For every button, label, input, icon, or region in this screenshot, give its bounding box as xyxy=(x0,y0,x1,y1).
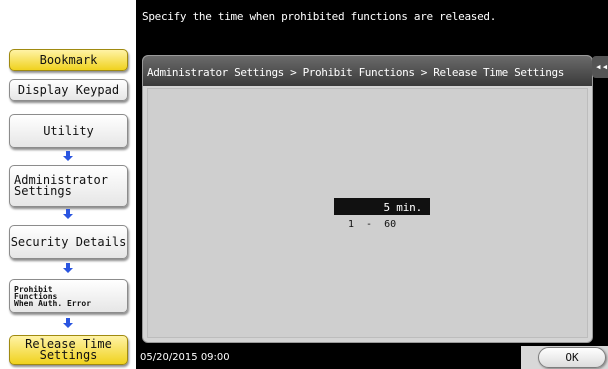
breadcrumb-text: Administrator Settings > Prohibit Functi… xyxy=(147,66,564,79)
utility-label: Utility xyxy=(43,123,94,138)
release-time-value-field[interactable]: 5 min. xyxy=(334,198,430,215)
utility-button[interactable]: Utility xyxy=(9,114,128,148)
allowed-range-label: 1 - 60 xyxy=(348,219,397,230)
display-keypad-label: Display Keypad xyxy=(17,82,120,97)
instruction-bar: Specify the time when prohibited functio… xyxy=(136,0,608,32)
prohibit-functions-button[interactable]: Prohibit Functions When Auth. Error xyxy=(9,279,128,313)
security-details-label: Security Details xyxy=(10,234,127,249)
settings-content: 5 min. 1 - 60 xyxy=(147,88,588,338)
breadcrumb: Administrator Settings > Prohibit Functi… xyxy=(143,56,592,86)
down-arrow-icon xyxy=(63,151,73,161)
down-arrow-icon xyxy=(63,263,73,273)
ok-label: OK xyxy=(565,351,579,364)
bookmark-button[interactable]: Bookmark xyxy=(9,49,128,71)
left-navigation: Bookmark Display Keypad Utility Administ… xyxy=(0,0,136,369)
instruction-text: Specify the time when prohibited functio… xyxy=(142,10,497,23)
display-keypad-button[interactable]: Display Keypad xyxy=(9,79,128,101)
release-time-settings-button[interactable]: Release Time Settings xyxy=(9,335,128,365)
settings-panel: Administrator Settings > Prohibit Functi… xyxy=(142,55,593,343)
header-spacer xyxy=(136,32,608,46)
side-panel-toggle[interactable]: ◂◂ xyxy=(592,56,608,78)
release-time-value: 5 min. xyxy=(383,201,422,214)
ok-button[interactable]: OK xyxy=(538,347,606,368)
double-chevron-left-icon: ◂◂ xyxy=(595,60,608,73)
security-details-button[interactable]: Security Details xyxy=(9,225,128,259)
prohibit-label-line3: When Auth. Error xyxy=(14,298,92,308)
bookmark-label: Bookmark xyxy=(39,52,98,67)
down-arrow-icon xyxy=(63,318,73,328)
release-time-label-line2: Settings xyxy=(39,348,98,362)
administrator-settings-button[interactable]: Administrator Settings xyxy=(9,165,128,207)
administrator-settings-label-line2: Settings xyxy=(14,184,72,198)
down-arrow-icon xyxy=(63,209,73,219)
date-time: 05/20/2015 09:00 xyxy=(140,352,230,363)
